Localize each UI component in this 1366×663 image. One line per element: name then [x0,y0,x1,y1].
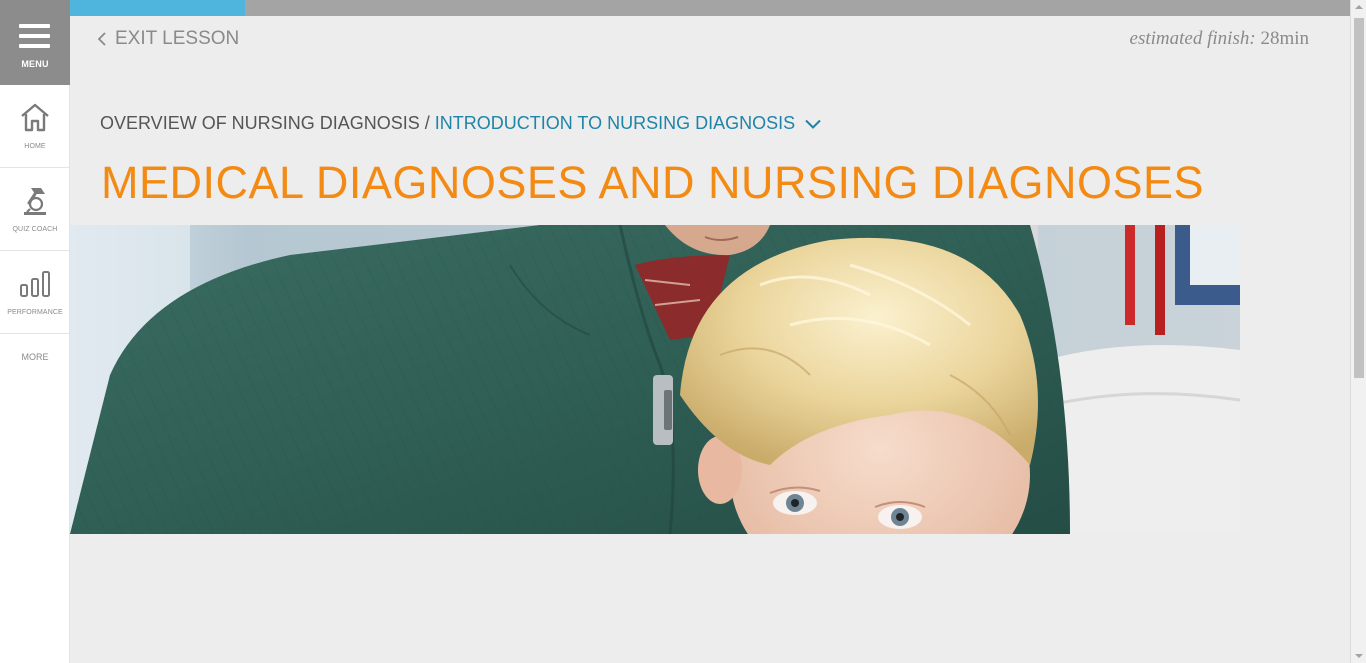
breadcrumb-current-lesson[interactable]: INTRODUCTION TO NURSING DIAGNOSIS [435,113,795,134]
nurse-child-photo [70,225,1240,534]
scroll-up-arrow-icon[interactable] [1355,5,1363,9]
menu-label: MENU [21,59,49,69]
chevron-left-icon [97,32,106,46]
sidebar: MENU HOME QUIZ COACH PERFORMANCE MORE [0,0,70,663]
breadcrumb-parent[interactable]: OVERVIEW OF NURSING DIAGNOSIS [100,113,420,134]
estimated-finish-label: estimated finish: [1129,28,1256,49]
sidebar-item-performance[interactable]: PERFORMANCE [0,251,70,334]
hero-image [70,225,1240,534]
page-title: MEDICAL DIAGNOSES AND NURSING DIAGNOSES [101,157,1205,208]
sidebar-item-label: HOME [24,143,46,150]
lesson-progress-bar [70,0,1350,16]
exit-lesson-button[interactable]: EXIT LESSON [97,28,239,50]
bar-chart-icon [20,271,50,297]
exit-lesson-label: EXIT LESSON [115,28,240,49]
home-icon [21,103,49,132]
menu-button[interactable]: MENU [0,0,70,85]
breadcrumb: OVERVIEW OF NURSING DIAGNOSIS / INTRODUC… [100,113,821,134]
hamburger-icon [19,24,50,48]
estimated-finish: estimated finish: 28min [1130,28,1309,50]
sidebar-item-quiz-coach[interactable]: QUIZ COACH [0,168,70,251]
lesson-progress-fill [70,0,246,16]
chevron-down-icon[interactable] [805,119,821,129]
sidebar-item-label: QUIZ COACH [12,226,58,233]
breadcrumb-separator: / [424,113,430,133]
quiz-coach-icon [24,188,46,215]
sidebar-more-link[interactable]: MORE [0,352,70,362]
sidebar-item-home[interactable]: HOME [0,85,70,168]
sidebar-item-label: PERFORMANCE [7,309,63,316]
vertical-scrollbar[interactable] [1350,0,1366,663]
scrollbar-thumb[interactable] [1354,18,1364,378]
scroll-down-arrow-icon[interactable] [1355,654,1363,658]
estimated-finish-value: 28min [1260,28,1309,49]
